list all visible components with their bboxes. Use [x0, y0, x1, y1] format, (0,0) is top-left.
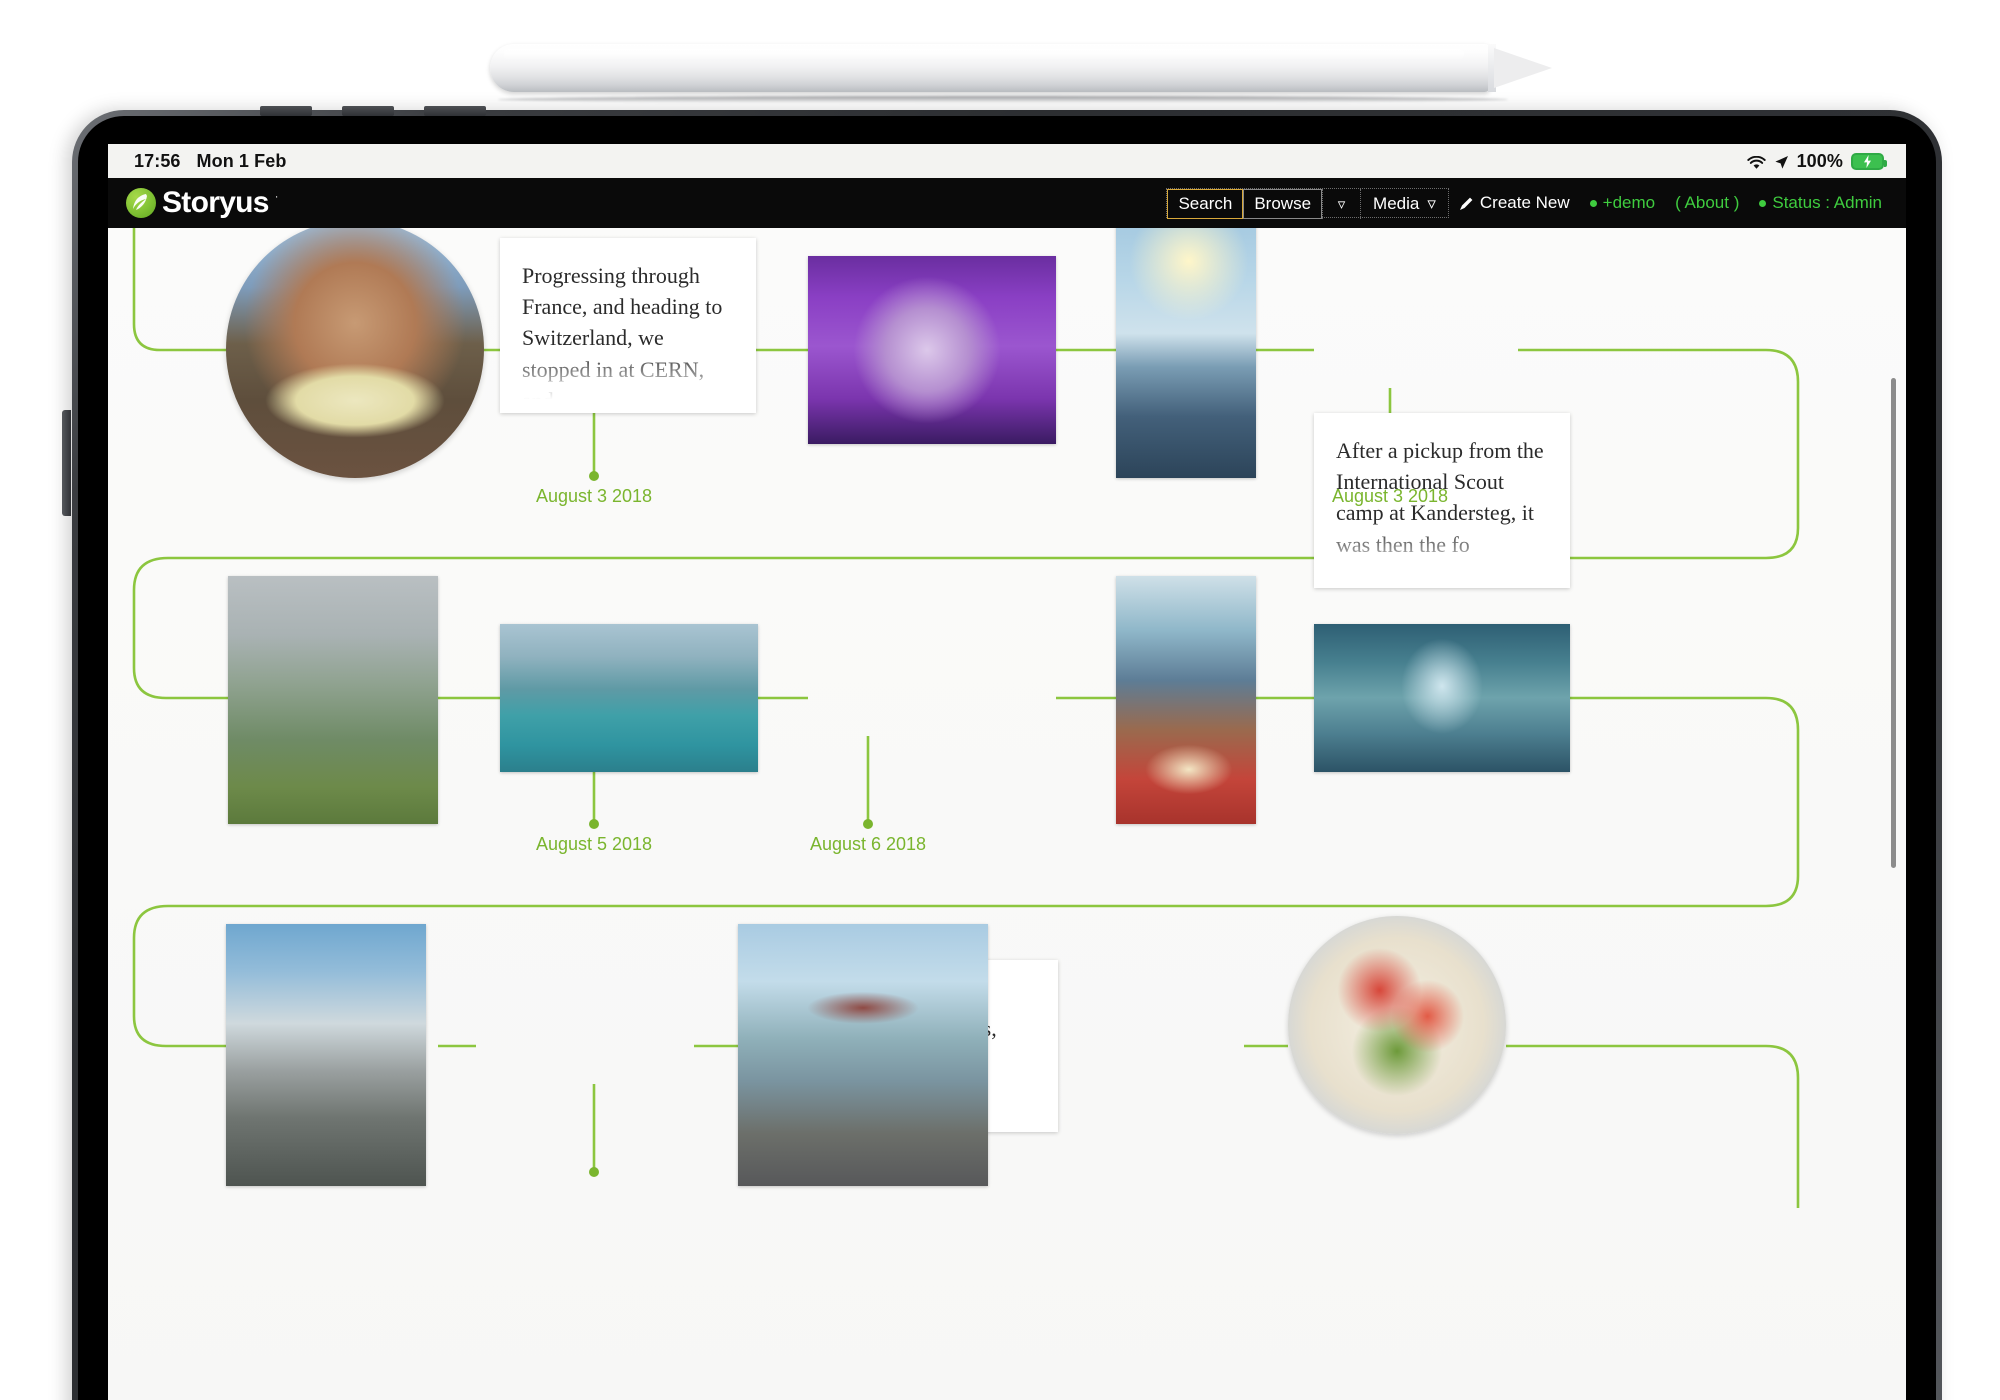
- brand-trademark: ·: [274, 191, 279, 203]
- search-button[interactable]: Search: [1167, 189, 1244, 219]
- photo-statue-silhouette[interactable]: [1116, 228, 1256, 478]
- photo-paddleboard-lake[interactable]: [500, 624, 758, 772]
- storyus-leaf-logo-icon: [126, 188, 156, 218]
- text-card-cern-body: Progressing through France, and heading …: [522, 263, 723, 413]
- photo-boy-fondue-pot[interactable]: [1116, 576, 1256, 824]
- date-label-aug-3-a[interactable]: August 3 2018: [494, 486, 694, 507]
- photo-snow-peak[interactable]: [226, 924, 426, 1186]
- admin-status-dot-icon: [1759, 199, 1767, 207]
- photo-caprese-plate[interactable]: [1288, 916, 1506, 1134]
- text-card-cern[interactable]: Progressing through France, and heading …: [500, 238, 756, 413]
- photo-family-alps[interactable]: [228, 576, 438, 824]
- volume-button-2[interactable]: [342, 106, 394, 116]
- nav-group-search-browse: Search Browse ▿ Media ▿: [1166, 188, 1449, 219]
- photo-cern-detector[interactable]: [808, 256, 1056, 444]
- brand-logo[interactable]: Storyus ·: [126, 188, 278, 218]
- pencil-shadow: [498, 96, 1508, 103]
- battery-charging-icon: [1851, 152, 1887, 170]
- demo-button[interactable]: +demo: [1580, 193, 1665, 213]
- volume-button-1[interactable]: [260, 106, 312, 116]
- status-bar-date: Mon 1 Feb: [196, 150, 287, 171]
- create-new-button[interactable]: Create New: [1449, 193, 1580, 213]
- pencil-icon: [1459, 196, 1474, 211]
- date-label-aug-6[interactable]: August 6 2018: [768, 834, 968, 855]
- status-admin-label: Status : Admin: [1772, 193, 1882, 212]
- pencil-tip: [1494, 48, 1552, 88]
- status-bar-right: 100%: [1746, 150, 1887, 172]
- demo-label: +demo: [1602, 193, 1656, 212]
- date-label-aug-5[interactable]: August 5 2018: [494, 834, 694, 855]
- ios-status-bar: 17:56 Mon 1 Feb 100%: [108, 144, 1906, 178]
- browse-chevron-down-icon[interactable]: ▿: [1322, 189, 1360, 219]
- date-label-aug-3-b[interactable]: August 3 2018: [1290, 486, 1490, 507]
- photo-ice-cave[interactable]: [1314, 624, 1570, 772]
- volume-button-3[interactable]: [424, 106, 486, 116]
- media-menu[interactable]: Media ▿: [1360, 189, 1448, 219]
- create-new-label: Create New: [1479, 193, 1570, 212]
- tablet-device: 17:56 Mon 1 Feb 100% Storyus · Search Br…: [62, 106, 1942, 1400]
- story-timeline-canvas[interactable]: Progressing through France, and heading …: [108, 228, 1906, 1400]
- photo-lakeside-terrace[interactable]: [738, 924, 988, 1186]
- screen: 17:56 Mon 1 Feb 100% Storyus · Search Br…: [108, 144, 1906, 1400]
- status-admin-indicator[interactable]: Status : Admin: [1749, 193, 1892, 213]
- power-button[interactable]: [62, 410, 71, 516]
- top-nav: Search Browse ▿ Media ▿ Create New +demo…: [1166, 188, 1892, 219]
- status-bar-left: 17:56 Mon 1 Feb: [134, 151, 286, 172]
- apple-pencil[interactable]: [490, 38, 1580, 103]
- status-bar-time: 17:56: [134, 150, 181, 171]
- battery-percent-label: 100%: [1796, 150, 1843, 171]
- demo-status-dot-icon: [1589, 199, 1597, 207]
- location-arrow-icon: [1774, 154, 1789, 169]
- media-chevron-down-icon: ▿: [1427, 194, 1436, 213]
- screenshot-root: 17:56 Mon 1 Feb 100% Storyus · Search Br…: [0, 0, 2000, 1400]
- browse-button[interactable]: Browse: [1243, 189, 1323, 219]
- photo-girl-melon-smile[interactable]: [226, 228, 484, 478]
- app-header: Storyus · Search Browse ▿ Media ▿ Create…: [108, 178, 1906, 228]
- media-label: Media: [1373, 194, 1420, 213]
- about-link[interactable]: ( About ): [1665, 193, 1749, 213]
- tablet-bezel: 17:56 Mon 1 Feb 100% Storyus · Search Br…: [78, 116, 1936, 1400]
- vertical-scrollbar[interactable]: [1891, 378, 1896, 868]
- wifi-icon: [1746, 154, 1766, 169]
- pencil-body: [490, 44, 1490, 92]
- brand-name: Storyus: [162, 186, 269, 219]
